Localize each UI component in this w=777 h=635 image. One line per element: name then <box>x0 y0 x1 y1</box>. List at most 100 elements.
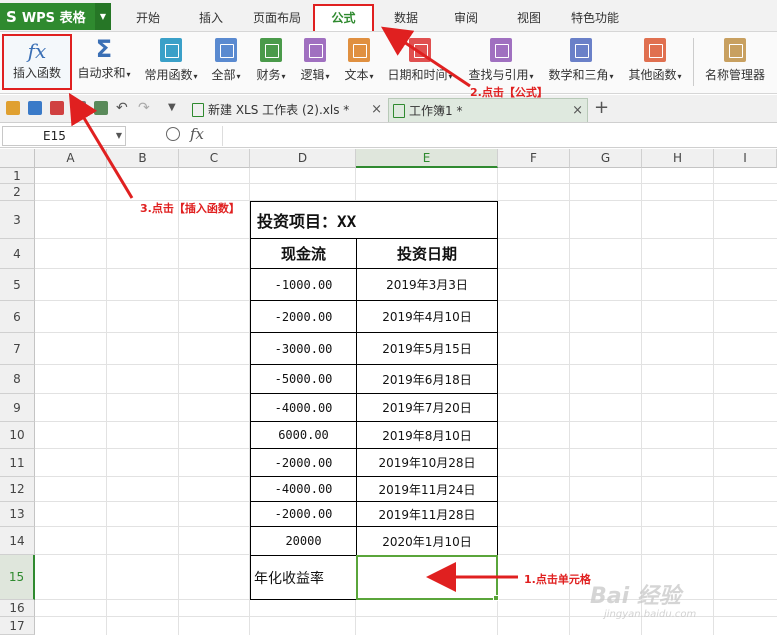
row-header-1[interactable]: 1 <box>0 168 35 184</box>
date-cell[interactable]: 2019年6月18日 <box>356 364 498 394</box>
print-icon[interactable] <box>72 101 86 115</box>
column-header-f[interactable]: F <box>498 149 570 168</box>
open-folder-icon[interactable] <box>6 101 20 115</box>
list-book-icon <box>215 38 237 62</box>
redo-icon[interactable]: ↷ <box>138 101 152 115</box>
date-cell[interactable]: 2019年4月10日 <box>356 300 498 333</box>
print-preview-icon[interactable] <box>94 101 108 115</box>
cash-cell[interactable]: -2000.00 <box>250 448 357 477</box>
column-header-i[interactable]: I <box>714 149 777 168</box>
column-header-d[interactable]: D <box>250 149 356 168</box>
column-header-b[interactable]: B <box>107 149 179 168</box>
text-functions-button[interactable]: 文本▾ <box>340 34 378 90</box>
math-functions-button[interactable]: 数学和三角▾ <box>544 34 618 90</box>
financial-functions-button[interactable]: 财务▾ <box>252 34 290 90</box>
tab-special-features[interactable]: 特色功能 <box>565 6 625 30</box>
date-cell[interactable]: 2019年3月3日 <box>356 268 498 301</box>
autosum-button[interactable]: Σ 自动求和▾ <box>74 34 134 90</box>
close-icon[interactable]: × <box>371 98 382 122</box>
row-header-14[interactable]: 14 <box>0 527 35 555</box>
row-header-4[interactable]: 4 <box>0 239 35 269</box>
date-cell[interactable]: 2019年8月10日 <box>356 421 498 449</box>
tab-data[interactable]: 数据 <box>383 6 429 30</box>
common-functions-button[interactable]: 常用函数▾ <box>140 34 202 90</box>
chevron-down-icon[interactable]: ▼ <box>95 3 111 30</box>
row-header-3[interactable]: 3 <box>0 201 35 239</box>
selected-cell-e15[interactable] <box>356 555 498 600</box>
tab-formula[interactable]: 公式 <box>313 4 374 31</box>
name-box[interactable]: E15 ▼ <box>2 126 126 146</box>
app-menu-button[interactable]: S WPS 表格 ▼ <box>0 3 111 30</box>
name-manager-button[interactable]: 名称管理器 <box>700 34 770 90</box>
export-pdf-icon[interactable] <box>50 101 64 115</box>
tab-insert[interactable]: 插入 <box>187 6 235 30</box>
all-functions-button[interactable]: 全部▾ <box>207 34 245 90</box>
select-all-corner[interactable] <box>0 149 35 168</box>
row-header-16[interactable]: 16 <box>0 600 35 617</box>
quick-access-dropdown-icon[interactable]: ▼ <box>168 101 182 115</box>
row-header-5[interactable]: 5 <box>0 269 35 301</box>
date-cell[interactable]: 2019年11月24日 <box>356 476 498 502</box>
column-header-c[interactable]: C <box>179 149 250 168</box>
date-cell[interactable]: 2019年7月20日 <box>356 393 498 422</box>
row-header-10[interactable]: 10 <box>0 422 35 449</box>
row-header-6[interactable]: 6 <box>0 301 35 333</box>
clock-book-icon <box>409 38 431 62</box>
zoom-search-icon[interactable] <box>166 127 180 141</box>
logical-functions-button[interactable]: 逻辑▾ <box>296 34 334 90</box>
annual-return-label-cell[interactable]: 年化收益率 <box>250 555 357 600</box>
cash-cell[interactable]: -4000.00 <box>250 476 357 502</box>
cash-cell[interactable]: -2000.00 <box>250 501 357 527</box>
undo-icon[interactable]: ↶ <box>116 101 130 115</box>
cash-cell[interactable]: -4000.00 <box>250 393 357 422</box>
cash-cell[interactable]: -3000.00 <box>250 332 357 365</box>
cash-cell[interactable]: -2000.00 <box>250 300 357 333</box>
star-book-icon <box>160 38 182 62</box>
tab-page-layout[interactable]: 页面布局 <box>247 6 307 30</box>
cash-cell[interactable]: -1000.00 <box>250 268 357 301</box>
column-header-a[interactable]: A <box>35 149 107 168</box>
row-header-7[interactable]: 7 <box>0 333 35 365</box>
table-title[interactable]: 投资项目：XX <box>250 201 498 239</box>
row-header-17[interactable]: 17 <box>0 617 35 635</box>
save-icon[interactable] <box>28 101 42 115</box>
row-header-13[interactable]: 13 <box>0 502 35 527</box>
new-tab-plus-icon[interactable]: + <box>594 97 609 118</box>
header-cash-flow[interactable]: 现金流 <box>250 238 357 269</box>
date-cell[interactable]: 2020年1月10日 <box>356 526 498 556</box>
row-header-8[interactable]: 8 <box>0 365 35 394</box>
chevron-down-icon[interactable]: ▼ <box>116 127 122 145</box>
row-header-11[interactable]: 11 <box>0 449 35 477</box>
row-header-15[interactable]: 15 <box>0 555 35 600</box>
insert-function-button[interactable]: fx 插入函数 <box>2 34 72 90</box>
lookup-functions-button[interactable]: 查找与引用▾ <box>464 34 538 90</box>
date-cell[interactable]: 2019年11月28日 <box>356 501 498 527</box>
doc-tab-workbook1[interactable]: 工作簿1 * × <box>388 98 588 122</box>
datetime-functions-label: 日期和时间 <box>387 68 448 82</box>
column-header-e[interactable]: E <box>356 149 498 168</box>
fill-handle[interactable] <box>493 595 499 601</box>
row-header-2[interactable]: 2 <box>0 184 35 201</box>
doc-tab-xls[interactable]: 新建 XLS 工作表 (2).xls * × <box>188 98 386 122</box>
wps-logo-icon: S <box>6 7 17 26</box>
date-cell[interactable]: 2019年5月15日 <box>356 332 498 365</box>
tab-review[interactable]: 审阅 <box>443 6 489 30</box>
date-cell[interactable]: 2019年10月28日 <box>356 448 498 477</box>
search-book-icon <box>490 38 512 62</box>
formula-input[interactable] <box>222 126 775 146</box>
datetime-functions-button[interactable]: 日期和时间▾ <box>384 34 456 90</box>
cash-cell[interactable]: 20000 <box>250 526 357 556</box>
cash-cell[interactable]: -5000.00 <box>250 364 357 394</box>
other-functions-button[interactable]: 其他函数▾ <box>624 34 686 90</box>
cash-cell[interactable]: 6000.00 <box>250 421 357 449</box>
fx-icon[interactable]: fx <box>190 125 204 143</box>
header-invest-date[interactable]: 投资日期 <box>356 238 498 269</box>
row-header-12[interactable]: 12 <box>0 477 35 502</box>
column-header-h[interactable]: H <box>642 149 714 168</box>
row-header-9[interactable]: 9 <box>0 394 35 422</box>
tab-home[interactable]: 开始 <box>124 6 172 30</box>
tab-view[interactable]: 视图 <box>506 6 552 30</box>
close-icon[interactable]: × <box>572 99 583 123</box>
math-functions-label: 数学和三角 <box>548 68 609 82</box>
column-header-g[interactable]: G <box>570 149 642 168</box>
